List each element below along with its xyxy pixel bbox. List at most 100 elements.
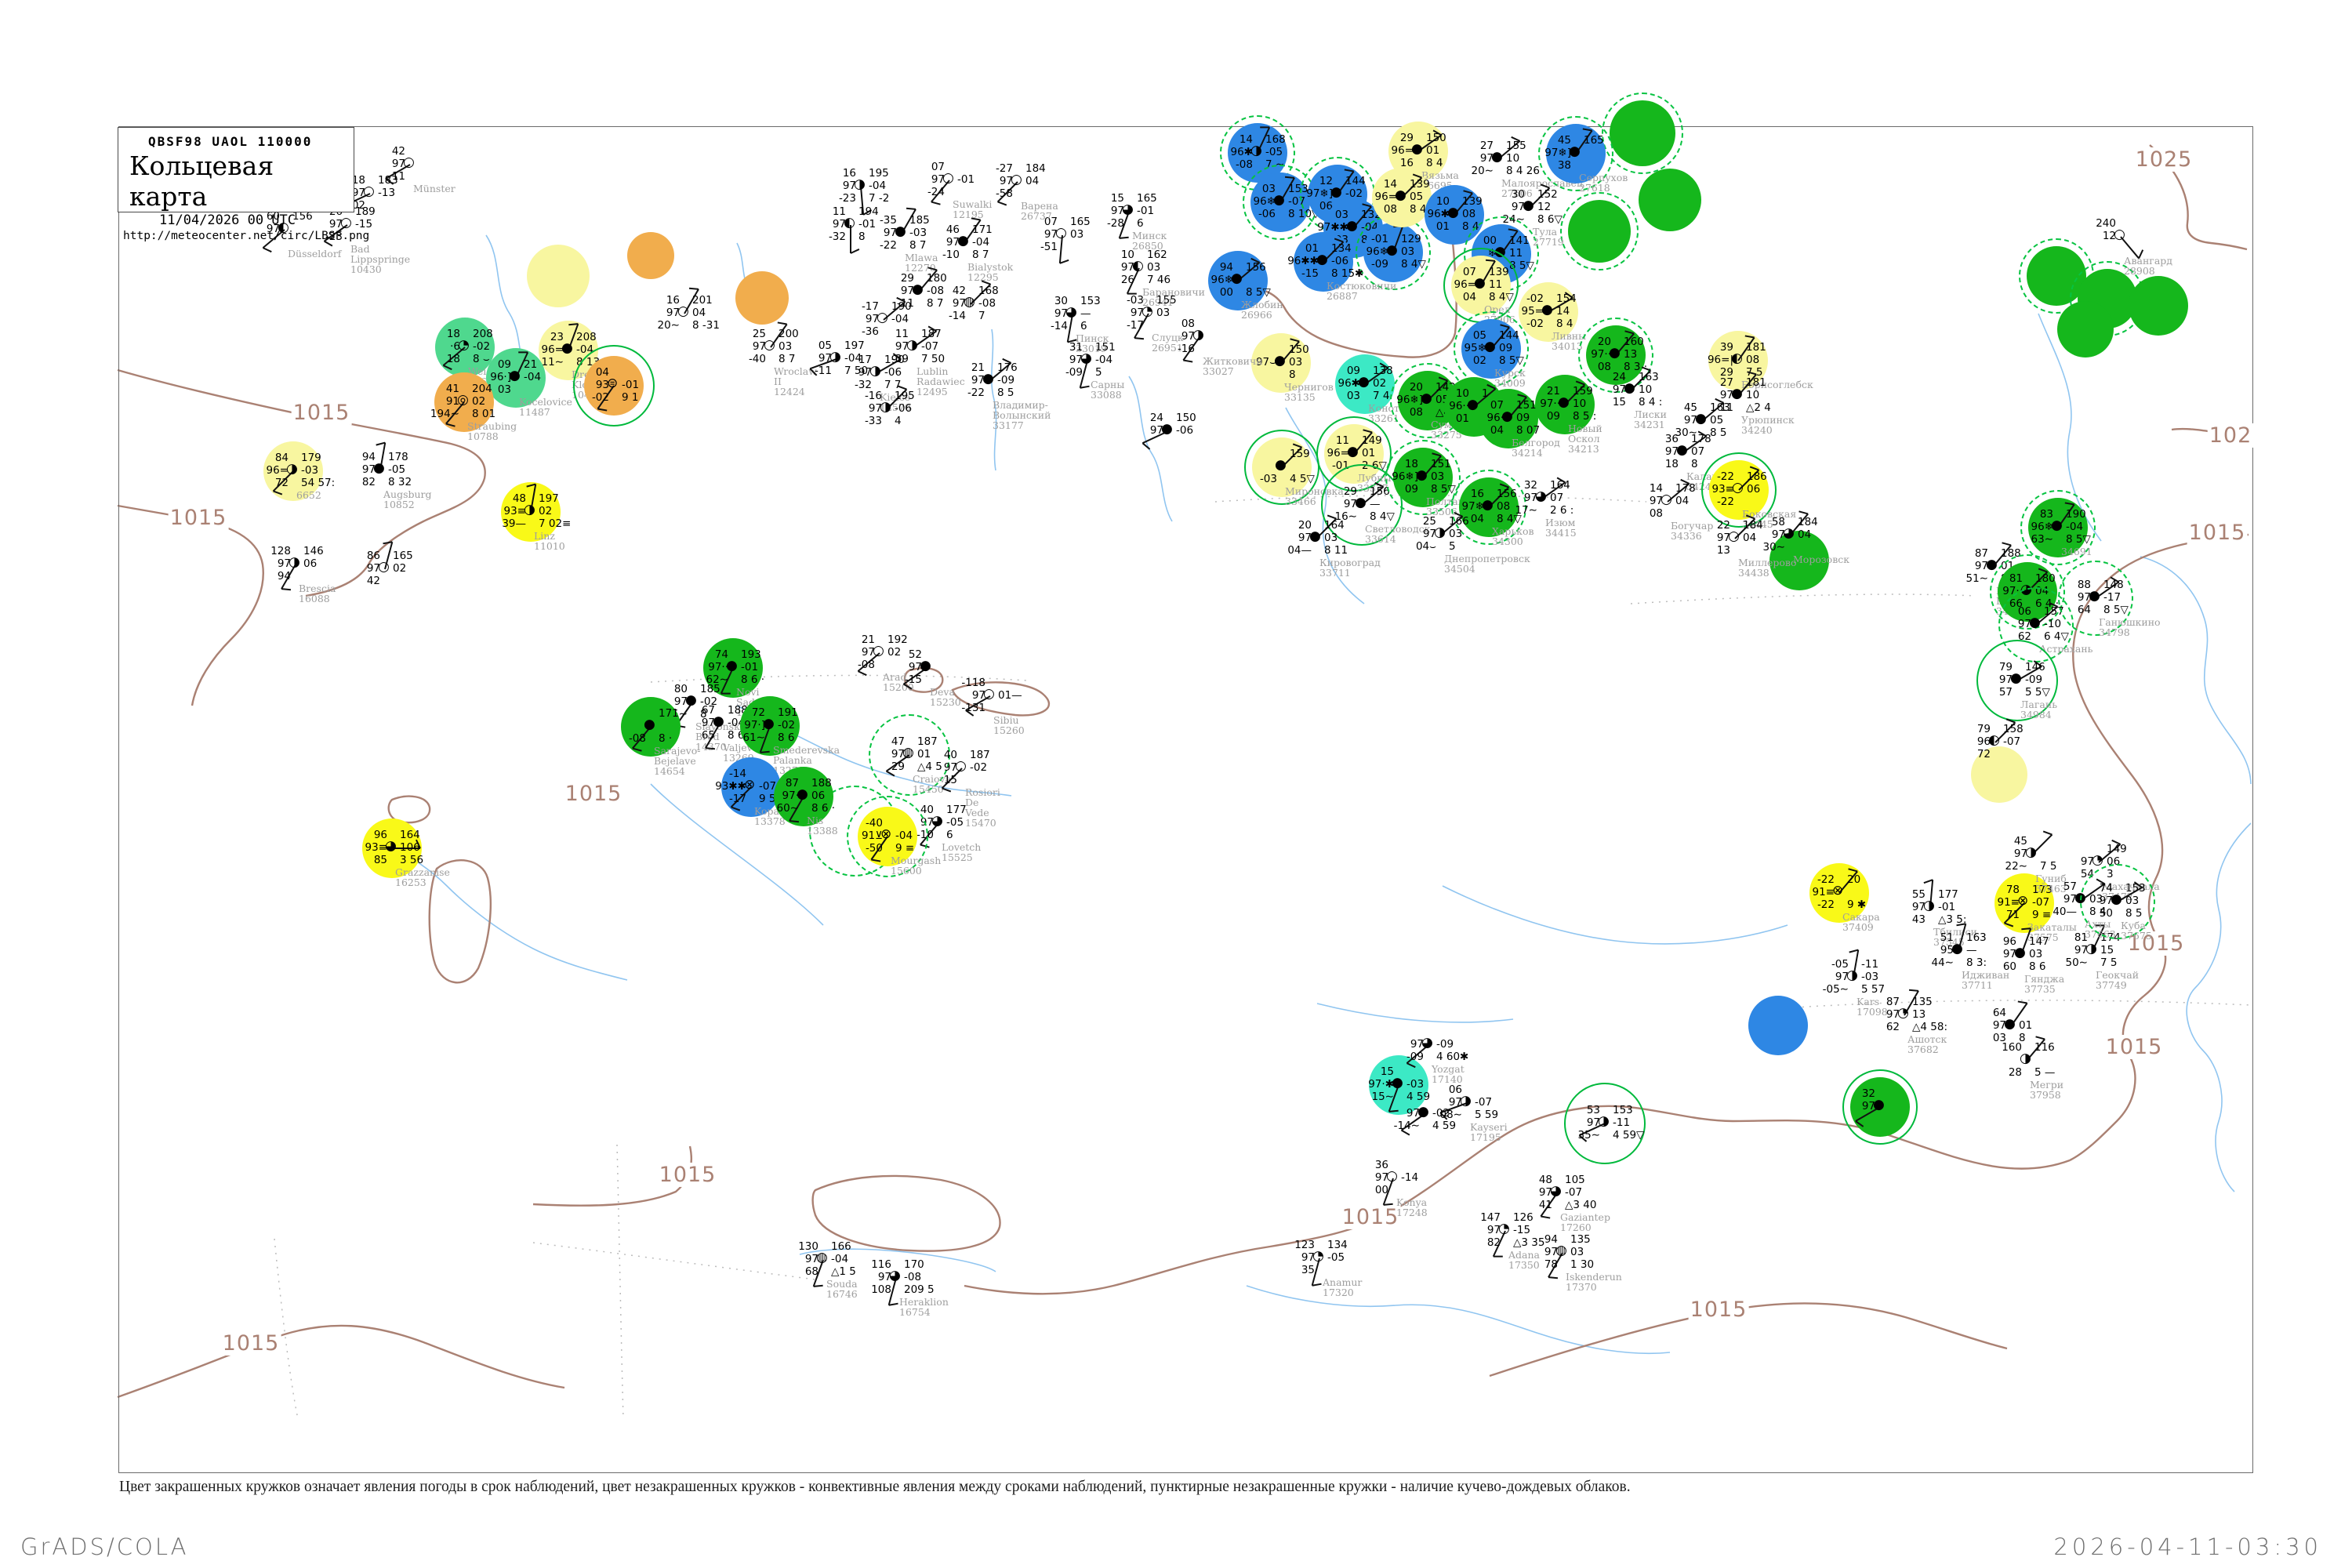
station-visibility-weather: 97 — [1658, 415, 1697, 426]
station-temperature: -22 — [1695, 471, 1734, 483]
isobar-label: 1015 — [2187, 521, 2248, 545]
station-visibility-weather: 97 — [883, 662, 922, 673]
station-dewpoint: 04 — [1465, 425, 1504, 437]
station-visibility-weather: 97 — [2055, 856, 2094, 868]
station-visibility-weather: 97 — [836, 647, 875, 659]
station-visibility-weather: 97 — [1124, 425, 1163, 437]
station-visibility-weather: 91⊻ — [844, 830, 883, 842]
station-name-label: Kocelovice 11487 — [519, 397, 572, 417]
station-visibility-weather: 97 — [779, 1254, 818, 1265]
station-pressure: 166 — [1449, 516, 1469, 528]
station-temperature: 45 — [1988, 836, 2027, 848]
station-temperature: 25 — [1397, 516, 1436, 528]
station-visibility-weather: 95❄ — [1447, 343, 1486, 354]
station-dewpoint: 43 — [1886, 914, 1926, 926]
station-temperature: 21 — [1521, 386, 1560, 397]
station-temperature: -16 — [843, 390, 882, 402]
isobar-label: 1025 — [2134, 147, 2194, 172]
station-dewpoint: -02 — [1504, 318, 1544, 330]
station-temperature: 160 — [1983, 1042, 2022, 1054]
station-temperature: 11 — [869, 328, 909, 340]
station-dewpoint: 38 — [1532, 160, 1571, 172]
station-name-label: Куба 37675 — [2121, 920, 2152, 941]
station-name-label: Костюковичи 26887 — [1327, 281, 1396, 301]
station-cloud-group: 4 60✱ — [1436, 1051, 1468, 1063]
station-pressure: 178 — [1691, 434, 1711, 445]
station-temperature: -01 — [1349, 234, 1388, 245]
station-dewpoint: -14 — [927, 310, 966, 322]
station-name-label: 6652 — [296, 490, 321, 500]
station-name-label: Миллерово 34438 — [1738, 557, 1797, 578]
station-cloud-group: 209 5 — [904, 1284, 935, 1296]
station-cloud-group: 8 15✱ — [1331, 268, 1363, 280]
station-name-label: Харьков 34300 — [1492, 526, 1534, 546]
station-pressure: 154 — [1556, 293, 1577, 305]
station-dewpoint: -09 — [1385, 1051, 1424, 1063]
station-visibility-weather: 97 — [1886, 902, 1926, 913]
station-dewpoint: -09 — [1044, 367, 1083, 379]
station-visibility-weather: 97❄] — [1532, 147, 1571, 159]
station-dewpoint: 194∼ — [420, 408, 459, 420]
station-temperature: 64 — [1967, 1007, 2006, 1019]
station-pressure: 208 — [473, 328, 493, 340]
station-pressure: 190 — [884, 354, 905, 366]
station-pressure: 195 — [895, 390, 915, 402]
station-name-label: Днепропетровск 34504 — [1444, 554, 1530, 574]
station-cloud-group: 8 6 — [2029, 961, 2045, 973]
station-visibility-weather: 97 — [2049, 945, 2088, 956]
station-temperature: 81 — [2049, 932, 2088, 944]
station-cloud-group: 8 4 — [1426, 158, 1443, 169]
station-cloud-group: 7 -2 — [869, 193, 889, 205]
station-pressure: 164 — [1324, 520, 1345, 532]
station-pressure: 153 — [2125, 883, 2146, 895]
station-dewpoint: 72 — [249, 477, 289, 489]
station-dewpoint: 08 — [1358, 204, 1397, 216]
station-dewpoint: 51∼ — [1949, 573, 1988, 585]
station-pressure-tendency: -09 — [997, 375, 1014, 387]
station-cloud-group: 4 59 — [1432, 1120, 1456, 1132]
station-visibility-weather: 97·] — [726, 720, 765, 731]
station-cloud-group: 4 5▽ — [1290, 474, 1315, 485]
station-temperature: 87 — [1860, 996, 1900, 1008]
station-temperature: 36 — [1639, 434, 1679, 445]
station-dewpoint: -14∼ — [1381, 1120, 1420, 1132]
station-visibility-weather: 97 — [1992, 619, 2031, 630]
station-visibility-weather: 97 — [1349, 1172, 1388, 1184]
station-temperature: 72 — [726, 707, 765, 719]
station-dewpoint: -08 — [1214, 159, 1253, 171]
station-pressure-tendency: -04 — [972, 237, 989, 249]
station-visibility-weather: 96= — [1374, 145, 1414, 157]
station-temperature: 10 — [1095, 249, 1134, 261]
grads-stamp: GrADS/COLA — [20, 1534, 188, 1560]
station-visibility-weather: 97 — [918, 762, 957, 774]
station-pressure-tendency: -15 — [355, 219, 372, 230]
station-name-label: Bialystok 12295 — [967, 262, 1013, 282]
station-pressure-tendency: -06 — [895, 403, 912, 415]
map-title: Кольцевая карта — [129, 151, 354, 212]
station-cloud-group: 8 11 — [1324, 545, 1348, 557]
station-temperature: 79 — [1951, 724, 1991, 735]
station-temperature: 40 — [918, 750, 957, 761]
station-dewpoint: 08 — [1384, 407, 1423, 419]
station-pressure: 153 — [1080, 296, 1101, 307]
station-dewpoint: -22 — [1795, 899, 1835, 911]
station-temperature: 96 — [1977, 936, 2016, 948]
station-cloud-group: △4 58: — [1912, 1022, 1947, 1033]
station-temperature: -35 — [858, 215, 897, 227]
station-name-label: Белгород 34214 — [1512, 437, 1560, 458]
station-dewpoint: -11 — [793, 365, 832, 377]
station-visibility-weather: 96 — [1951, 736, 1991, 748]
station-temperature: 57 — [2038, 881, 2077, 893]
station-dewpoint: 65 — [676, 730, 715, 742]
station-pressure: 139 — [1462, 196, 1483, 208]
station-temperature: 67 — [676, 705, 715, 717]
station-temperature: -02 — [1504, 293, 1544, 305]
station-pressure-tendency: -04 — [524, 372, 541, 383]
station-pressure: 193 — [741, 649, 761, 661]
station-pressure-tendency: 03 — [1289, 357, 1302, 368]
station-pressure-tendency: 12 — [1537, 201, 1551, 213]
station-pressure: 168 — [978, 285, 999, 297]
station-name-label: Suwalki 12195 — [953, 199, 992, 220]
station-pressure-tendency: 03 — [1156, 307, 1170, 319]
station-pressure-tendency: -02 — [778, 720, 795, 731]
